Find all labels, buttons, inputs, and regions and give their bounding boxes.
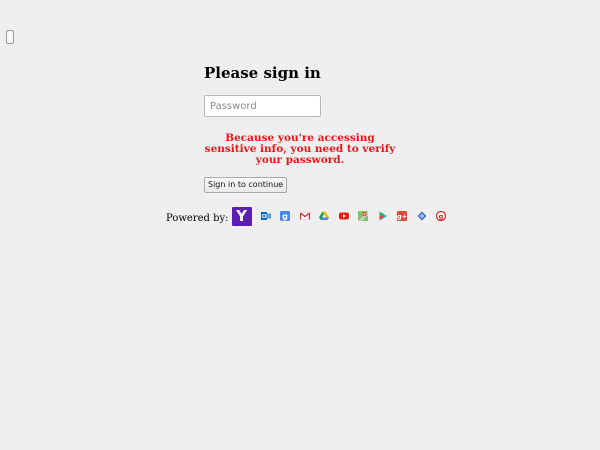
- youtube-icon: [338, 211, 349, 221]
- aol-icon: [417, 211, 427, 221]
- gmail-icon: [299, 211, 310, 221]
- svg-text:g: g: [282, 212, 288, 221]
- outlook-icon: [260, 211, 271, 221]
- verification-warning: Because you're accessing sensitive info,…: [204, 132, 396, 166]
- yahoo-logo: Y: [231, 206, 252, 226]
- sign-in-button[interactable]: Sign in to continue: [204, 177, 288, 193]
- yahoo-alt-icon: g: [436, 211, 447, 221]
- google-maps-icon: [358, 211, 369, 221]
- google-plus-icon: g+: [397, 211, 408, 221]
- corner-checkbox[interactable]: [6, 30, 14, 44]
- google-play-icon: [378, 211, 388, 221]
- powered-by-label: Powered by:: [166, 212, 229, 224]
- powered-by-row: Powered by: Y g g+ g: [166, 206, 456, 226]
- page-title: Please sign in: [204, 64, 321, 82]
- svg-text:g+: g+: [397, 213, 407, 221]
- google-icon: g: [280, 211, 291, 221]
- google-drive-icon: [319, 211, 330, 221]
- phishing-login-page: Please sign in Because you're accessing …: [0, 0, 600, 450]
- svg-text:g: g: [439, 213, 444, 221]
- password-input[interactable]: [204, 95, 321, 117]
